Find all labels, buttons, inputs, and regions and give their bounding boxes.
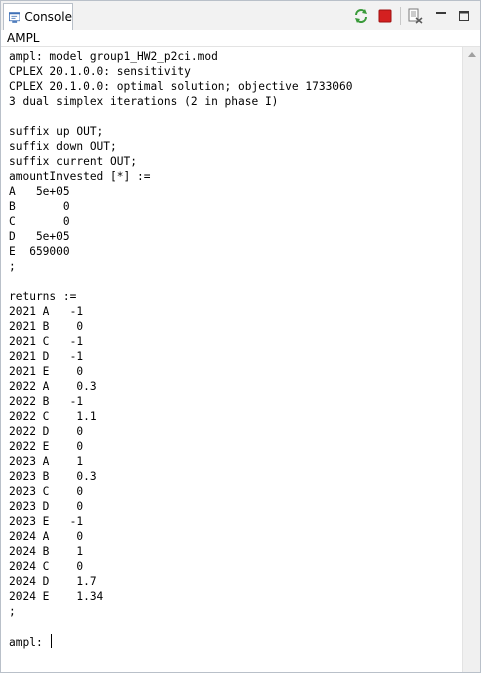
- console-tab-label: Console: [24, 10, 72, 24]
- console-text: ampl: model group1_HW2_p2ci.mod CPLEX 20…: [9, 49, 353, 650]
- console-tab[interactable]: Console: [3, 3, 73, 30]
- vertical-scrollbar[interactable]: [462, 47, 480, 672]
- toolbar-separator: [400, 7, 401, 25]
- maximize-icon[interactable]: [456, 8, 472, 24]
- terminate-icon[interactable]: [377, 8, 393, 24]
- refresh-icon[interactable]: [353, 8, 369, 24]
- minimize-icon[interactable]: [433, 8, 449, 24]
- clear-console-icon[interactable]: [407, 8, 423, 24]
- console-view-icon: [9, 11, 21, 23]
- console-lines: ampl: model group1_HW2_p2ci.mod CPLEX 20…: [9, 50, 353, 618]
- console-name: AMPL: [7, 31, 40, 45]
- console-subtitle: AMPL: [1, 30, 480, 47]
- scroll-up-arrow-icon[interactable]: [468, 52, 476, 57]
- text-cursor: [51, 634, 53, 648]
- console-prompt: ampl:: [9, 636, 50, 649]
- view-tab-bar: Console: [1, 1, 480, 31]
- console-output[interactable]: ampl: model group1_HW2_p2ci.mod CPLEX 20…: [1, 47, 462, 672]
